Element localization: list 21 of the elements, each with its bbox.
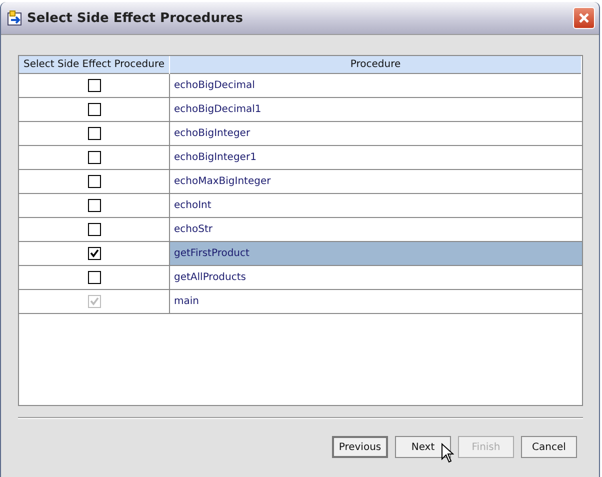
table-cell[interactable]: echoBigDecimal <box>170 73 582 97</box>
dialog-button[interactable]: Next <box>395 436 451 458</box>
checkbox[interactable] <box>88 270 100 284</box>
window-icon <box>7 10 23 26</box>
checkbox[interactable] <box>88 198 100 212</box>
checkbox[interactable] <box>88 150 100 164</box>
close-button[interactable] <box>573 7 595 29</box>
dialog-button[interactable]: Previous <box>332 436 388 458</box>
checkbox[interactable] <box>88 78 100 92</box>
checkbox[interactable] <box>88 126 100 140</box>
checkbox[interactable] <box>88 222 100 236</box>
close-icon <box>578 12 590 24</box>
dialog-button[interactable]: Cancel <box>521 436 577 458</box>
mouse-pointer-icon <box>441 443 454 463</box>
checkbox[interactable] <box>88 102 100 116</box>
checkbox[interactable] <box>88 174 100 188</box>
column-header[interactable]: Select Side Effect Procedure <box>19 56 170 73</box>
column-header[interactable]: Procedure <box>170 56 582 73</box>
table-cell[interactable]: getFirstProduct <box>170 241 582 265</box>
checkbox[interactable] <box>88 246 100 260</box>
window-title: Select Side Effect Procedures <box>27 10 244 26</box>
